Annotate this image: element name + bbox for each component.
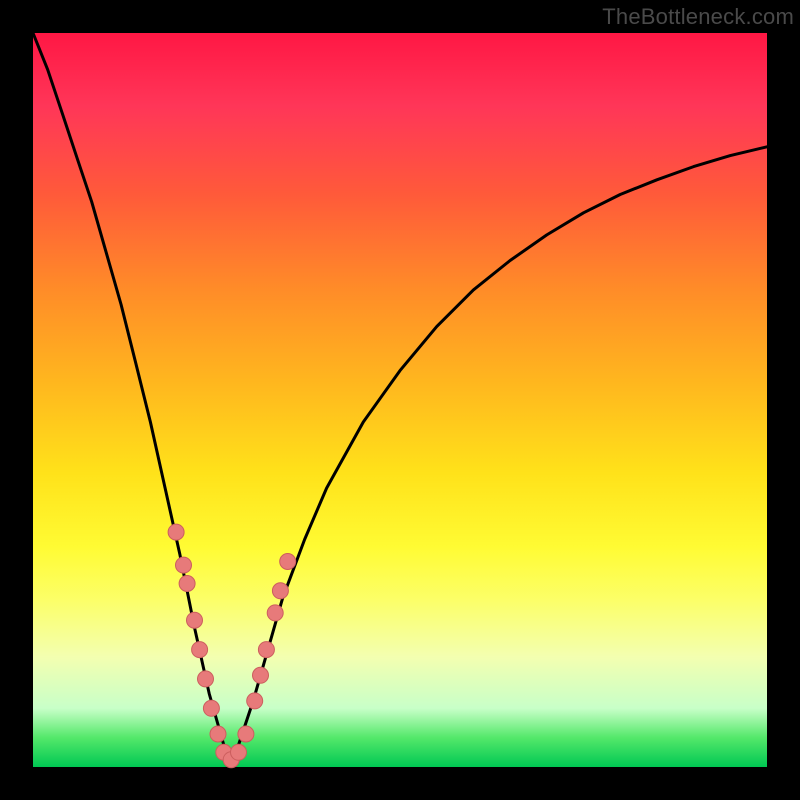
sample-point <box>280 554 296 570</box>
sample-point <box>168 524 184 540</box>
sample-point <box>192 642 208 658</box>
bottleneck-curve <box>33 33 767 760</box>
sample-point <box>247 693 263 709</box>
sample-point <box>267 605 283 621</box>
sample-point <box>231 744 247 760</box>
sample-point <box>179 576 195 592</box>
sample-point <box>198 671 214 687</box>
chart-svg <box>0 0 800 800</box>
sample-point <box>238 726 254 742</box>
sample-point <box>187 612 203 628</box>
watermark-text: TheBottleneck.com <box>602 4 794 30</box>
sample-point <box>176 557 192 573</box>
sample-point <box>258 642 274 658</box>
sample-point <box>272 583 288 599</box>
sample-point <box>203 700 219 716</box>
sample-point <box>210 726 226 742</box>
sample-point <box>253 667 269 683</box>
